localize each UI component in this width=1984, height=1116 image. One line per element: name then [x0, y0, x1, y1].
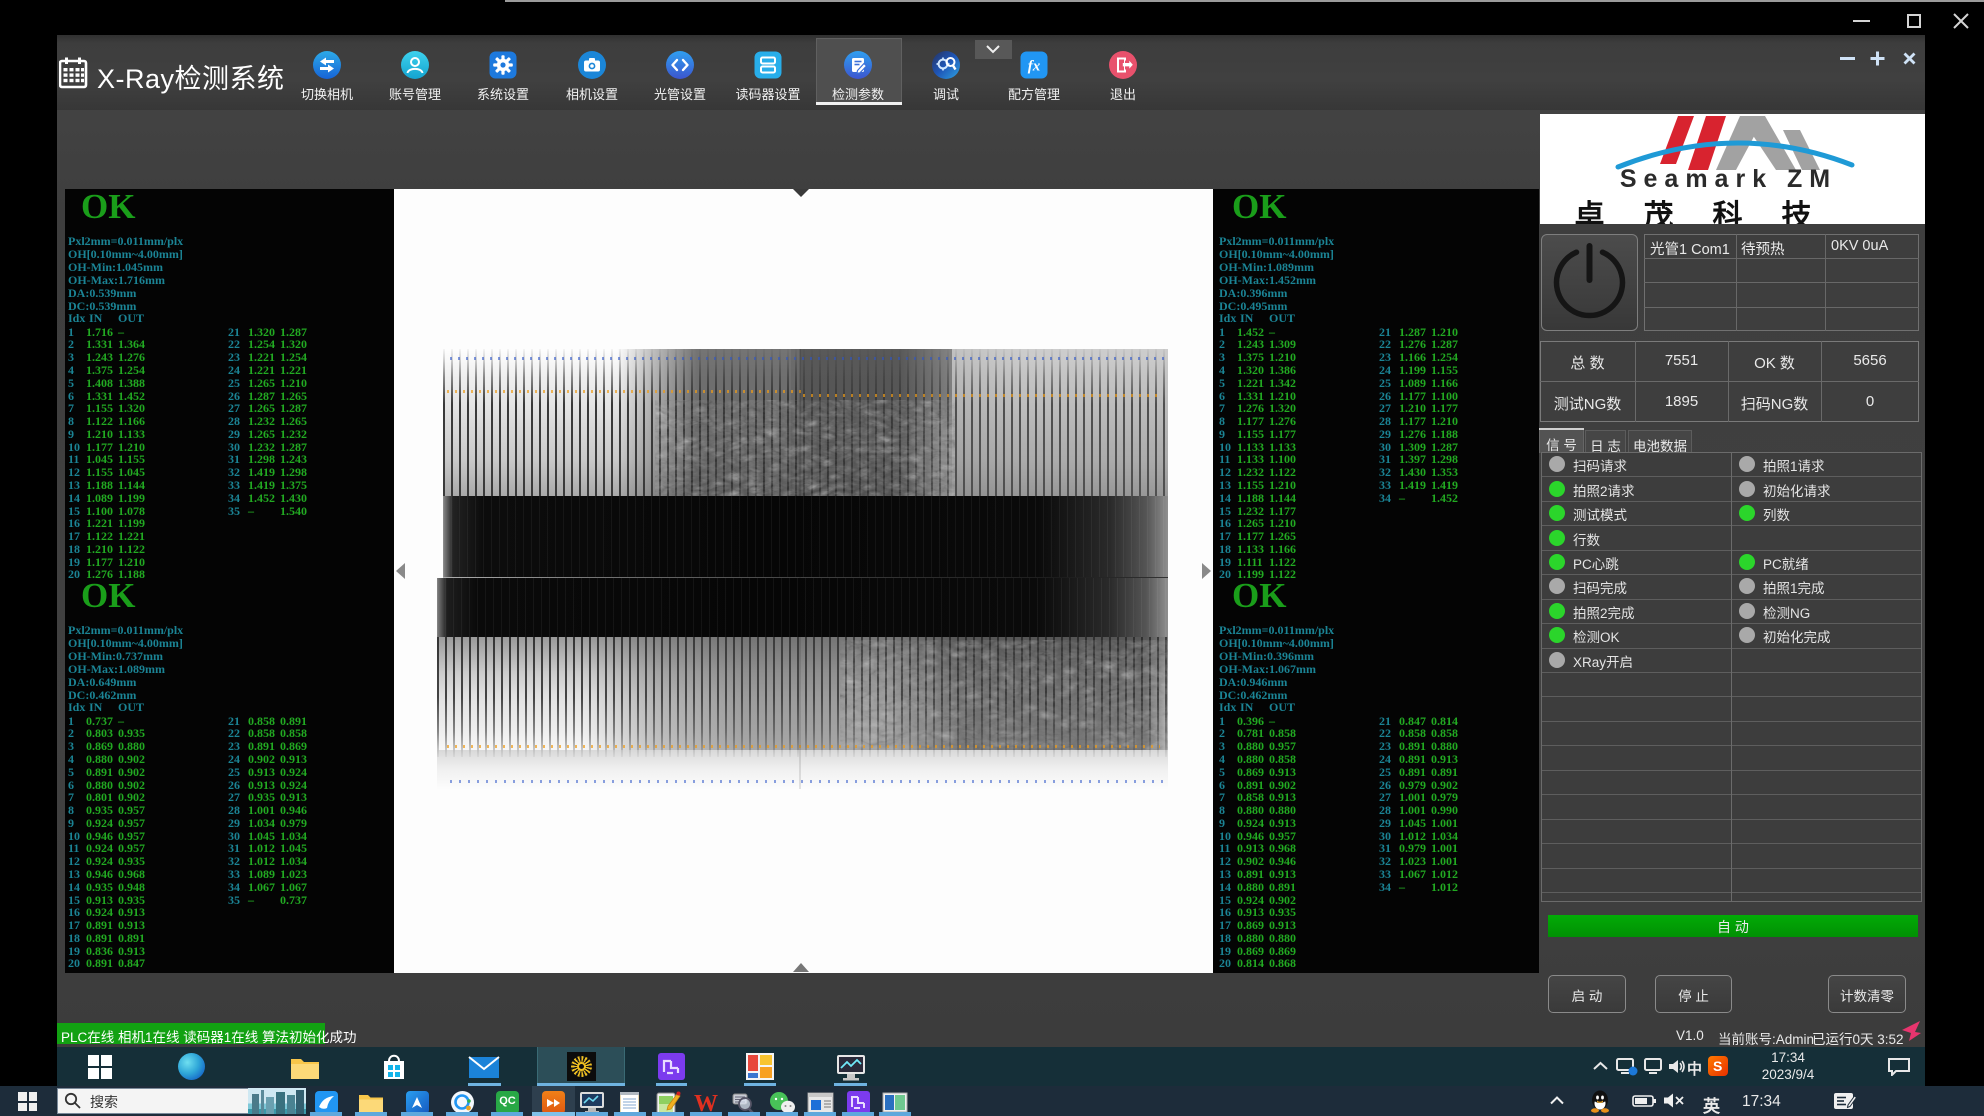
svg-text:fx: fx — [1028, 59, 1041, 75]
svg-text:W: W — [694, 1092, 718, 1114]
